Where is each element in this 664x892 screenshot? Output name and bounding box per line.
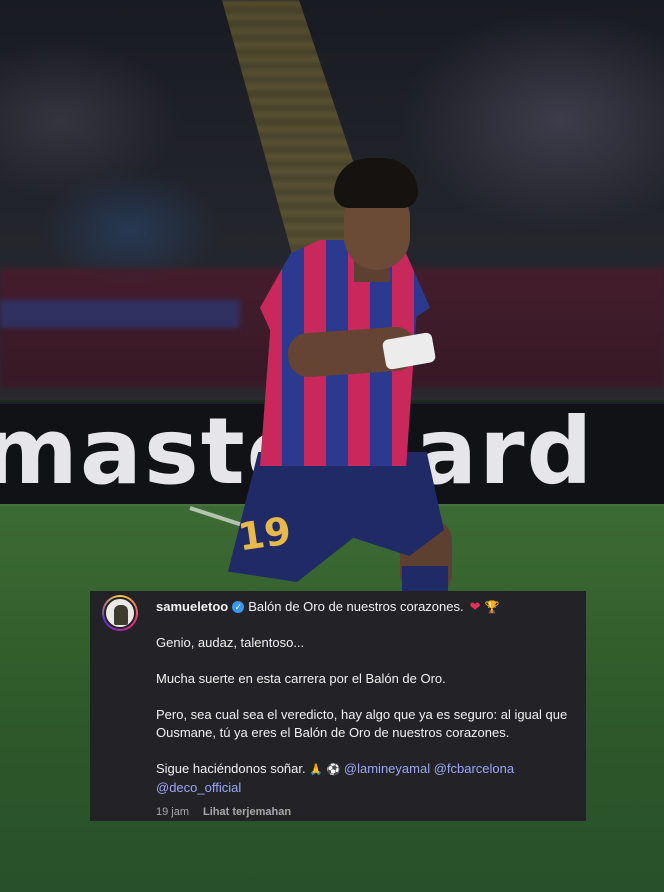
timestamp: 19 jam bbox=[156, 806, 190, 818]
pray-icon: 🙏 bbox=[309, 764, 323, 776]
mention-link[interactable]: @fcbarcelona bbox=[434, 761, 514, 776]
comment-paragraph-last: Sigue haciéndonos soñar. 🙏 ⚽ @lamineyama… bbox=[156, 760, 574, 797]
comment-body: samueletoo ✓ Balón de Oro de nuestros co… bbox=[156, 598, 574, 821]
closing-text: Sigue haciéndonos soñar. bbox=[156, 761, 306, 776]
headline: Balón de Oro de nuestros corazones. bbox=[248, 599, 464, 614]
trophy-icon: 🏆 bbox=[484, 600, 500, 614]
username[interactable]: samueletoo bbox=[156, 598, 228, 616]
ball-icon: ⚽ bbox=[326, 764, 341, 776]
comment-card: samueletoo ✓ Balón de Oro de nuestros co… bbox=[90, 591, 586, 821]
comment-header: samueletoo ✓ Balón de Oro de nuestros co… bbox=[156, 598, 574, 616]
comment-meta: 19 jam Lihat terjemahan bbox=[156, 803, 574, 821]
avatar-image bbox=[104, 597, 136, 629]
mention-link[interactable]: @deco_official bbox=[156, 780, 241, 795]
comment-paragraph: Pero, sea cual sea el veredicto, hay alg… bbox=[156, 707, 568, 740]
player-hair bbox=[334, 158, 418, 208]
avatar[interactable] bbox=[102, 595, 138, 631]
comment-paragraph: Genio, audaz, talentoso... bbox=[156, 635, 305, 650]
translate-button[interactable]: Lihat terjemahan bbox=[203, 803, 291, 821]
mention-link[interactable]: @lamineyamal bbox=[344, 761, 430, 776]
heart-icon: ❤ bbox=[469, 599, 481, 614]
verified-icon: ✓ bbox=[232, 601, 245, 613]
shirt-number: 19 bbox=[235, 508, 294, 560]
comment-paragraph: Mucha suerte en esta carrera por el Baló… bbox=[156, 671, 446, 686]
